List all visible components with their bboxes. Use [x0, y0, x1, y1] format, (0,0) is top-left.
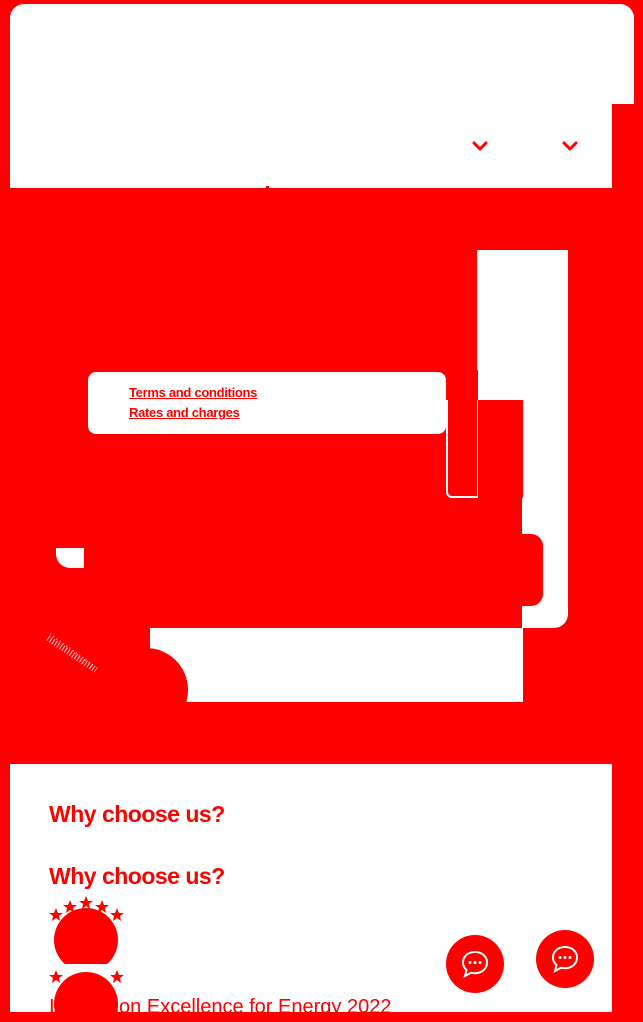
divider-dot [266, 186, 269, 189]
chat-button[interactable] [446, 935, 504, 993]
chevron-down-icon[interactable] [472, 141, 488, 151]
section-heading: Why choose us? [49, 863, 225, 889]
quote-button[interactable]: Get a quote [83, 536, 541, 604]
card-accent-2 [478, 400, 523, 498]
award-badge-icon [49, 896, 124, 964]
decorative-circle [104, 648, 188, 732]
chat-button[interactable] [536, 930, 594, 988]
terms-link[interactable]: Terms and conditions [129, 385, 257, 400]
lower-panel [150, 628, 523, 702]
signup-button[interactable]: sign up now [88, 480, 446, 530]
page: Terms and conditions Rates and charges s… [0, 0, 643, 1022]
chat-bubble-icon [551, 945, 579, 973]
section-heading: Why choose us? [49, 801, 225, 827]
header-panel [10, 4, 634, 104]
links-strip [88, 372, 446, 434]
texture-graphic [46, 633, 98, 673]
chat-bubble-icon [461, 950, 489, 978]
decorative-notch [56, 548, 84, 568]
award-title: Innovation Excellence for Energy 2022 [49, 996, 392, 1018]
card-accent [446, 370, 478, 400]
header-panel-extension [10, 100, 612, 188]
chevron-down-icon[interactable] [562, 141, 578, 151]
rates-link[interactable]: Rates and charges [129, 405, 240, 420]
